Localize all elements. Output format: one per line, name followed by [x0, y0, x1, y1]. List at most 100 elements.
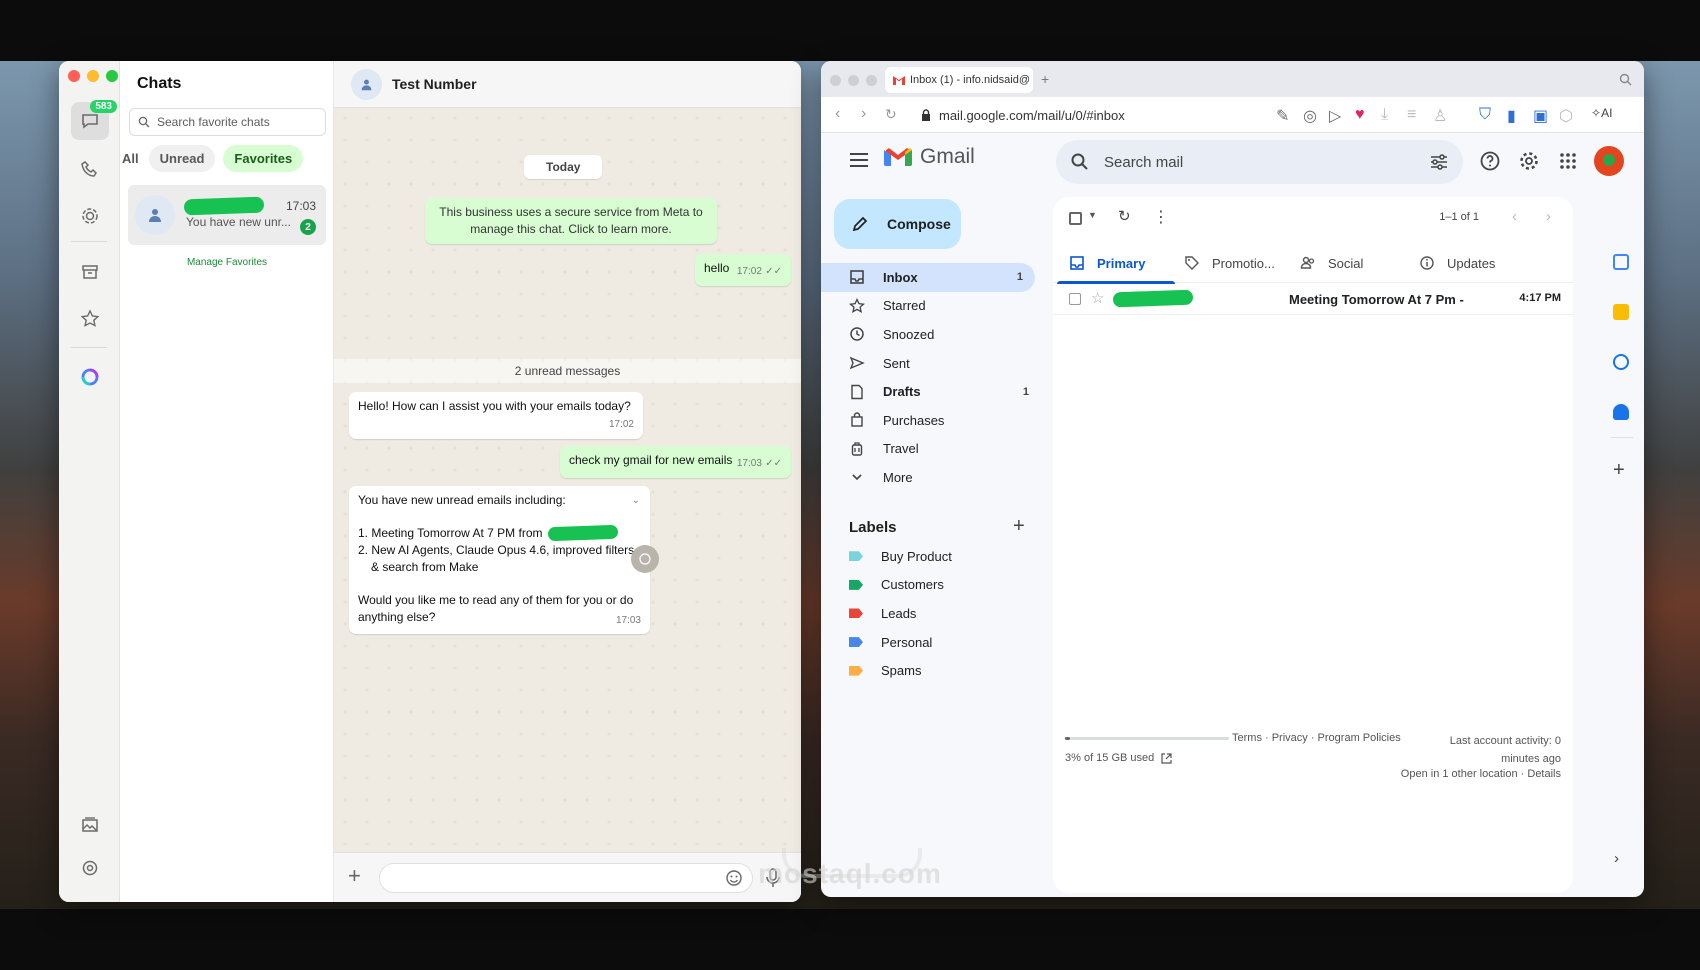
nav-starred[interactable]: Starred — [821, 292, 1041, 321]
reader-icon[interactable]: ≡ — [1407, 106, 1423, 123]
profile-icon[interactable]: ♙ — [1433, 106, 1449, 125]
hamburger-menu-icon[interactable] — [850, 153, 868, 167]
tag-icon — [1185, 256, 1199, 270]
meta-ai-ring-icon — [81, 368, 99, 386]
minimize-window-button[interactable] — [87, 70, 99, 82]
more-options-icon[interactable]: ⋮ — [1153, 207, 1169, 227]
filter-favorites-chip[interactable]: Favorites — [223, 145, 304, 172]
nav-drafts[interactable]: Drafts 1 — [821, 377, 1041, 406]
gmail-logo[interactable]: Gmail — [884, 145, 975, 169]
email-row[interactable]: ☆ Meeting Tomorrow At 7 Pm - 4:17 PM — [1053, 283, 1573, 315]
ai-extension-button[interactable]: ✧AI — [1591, 106, 1619, 122]
side-panel-divider — [1611, 437, 1633, 438]
filter-unread-chip[interactable]: Unread — [148, 145, 216, 172]
select-dropdown-icon[interactable]: ▼ — [1088, 210, 1097, 220]
label-item[interactable]: Spams — [821, 656, 1041, 685]
close-window-button[interactable] — [830, 75, 841, 86]
tab-primary[interactable]: Primary — [1056, 243, 1177, 284]
shield-extension-icon[interactable]: ⛉ — [1479, 106, 1495, 123]
message-input[interactable] — [379, 863, 753, 893]
apps-grid-icon[interactable] — [1557, 150, 1579, 172]
footer-policy-links[interactable]: Terms · Privacy · Program Policies — [1232, 732, 1401, 744]
tab-updates[interactable]: Updates — [1419, 243, 1495, 283]
label-item[interactable]: Personal — [821, 628, 1041, 657]
media-nav-button[interactable] — [71, 806, 109, 844]
add-label-plus-icon[interactable]: + — [1013, 515, 1025, 538]
nav-inbox[interactable]: Inbox 1 — [821, 263, 1035, 292]
phone-icon — [81, 161, 97, 177]
conversation-header[interactable]: Test Number — [334, 61, 801, 108]
download-icon[interactable]: ⤓ — [1381, 106, 1397, 123]
nav-label: Snoozed — [883, 326, 935, 342]
account-avatar[interactable] — [1594, 146, 1624, 176]
tab-social[interactable]: Social — [1300, 243, 1363, 283]
settings-gear-icon[interactable] — [1518, 150, 1540, 172]
screenshot-icon[interactable]: ◎ — [1303, 106, 1319, 125]
chat-list-item[interactable]: 17:03 You have new unr... 2 — [128, 185, 326, 245]
play-icon[interactable]: ▷ — [1329, 106, 1345, 125]
nav-travel[interactable]: Travel — [821, 435, 1041, 464]
filter-all-chip[interactable]: All — [120, 145, 141, 172]
calendar-app-icon[interactable] — [1613, 254, 1629, 270]
attach-plus-icon[interactable]: + — [348, 865, 361, 887]
label-item[interactable]: Buy Product — [821, 542, 1041, 571]
encryption-notice[interactable]: This business uses a secure service from… — [425, 198, 717, 244]
edit-icon[interactable]: ✎ — [1276, 106, 1292, 125]
zoom-window-button[interactable] — [866, 75, 877, 86]
storage-quota: 3% of 15 GB used — [1065, 752, 1172, 764]
external-link-icon[interactable] — [1161, 752, 1172, 764]
favorite-chats-search[interactable]: Search favorite chats — [129, 108, 326, 136]
zoom-window-button[interactable] — [106, 70, 118, 82]
refresh-icon[interactable]: ↻ — [1118, 209, 1134, 225]
heart-icon[interactable]: ♥ — [1355, 106, 1371, 123]
help-icon[interactable] — [1479, 150, 1501, 172]
calls-nav-button[interactable] — [71, 150, 109, 188]
starred-nav-button[interactable] — [71, 300, 109, 338]
status-nav-button[interactable] — [71, 197, 109, 235]
nav-snoozed[interactable]: Snoozed — [821, 320, 1041, 349]
tab-search-icon[interactable] — [1619, 73, 1632, 86]
address-bar[interactable]: mail.google.com/mail/u/0/#inbox — [921, 101, 1291, 129]
contacts-app-icon[interactable] — [1613, 404, 1629, 420]
search-options-icon[interactable] — [1429, 152, 1449, 172]
chat-list-panel: Chats Search favorite chats All Unread F… — [120, 61, 334, 902]
compose-button[interactable]: Compose — [834, 199, 961, 249]
search-mail-box[interactable]: Search mail — [1056, 140, 1463, 184]
cube-extension-icon[interactable]: ⬡ — [1559, 106, 1575, 125]
settings-nav-button[interactable] — [71, 849, 109, 887]
chats-nav-button[interactable]: 583 — [71, 100, 117, 140]
bottom-letterbox — [0, 909, 1700, 970]
older-page-icon[interactable]: › — [1546, 208, 1551, 225]
manage-favorites-link[interactable]: Manage Favorites — [120, 257, 334, 268]
star-icon[interactable]: ☆ — [1091, 289, 1104, 307]
newer-page-icon[interactable]: ‹ — [1512, 208, 1517, 225]
message-menu-chevron-icon[interactable]: ⌄ — [632, 492, 640, 509]
tasks-app-icon[interactable] — [1613, 354, 1629, 370]
translate-extension-icon[interactable]: ▣ — [1533, 106, 1549, 125]
label-item[interactable]: Leads — [821, 599, 1041, 628]
keep-app-icon[interactable] — [1613, 304, 1629, 320]
show-side-panel-chevron-icon[interactable]: › — [1614, 850, 1619, 867]
select-all-checkbox[interactable] — [1069, 212, 1082, 225]
reload-icon[interactable]: ↻ — [885, 106, 901, 122]
meta-ai-button[interactable] — [71, 358, 109, 396]
get-addons-plus-icon[interactable]: + — [1613, 459, 1625, 482]
email-select-checkbox[interactable] — [1069, 293, 1081, 305]
emoji-icon[interactable] — [725, 869, 743, 887]
new-tab-plus-icon[interactable]: + — [1041, 71, 1049, 87]
tab-promotions[interactable]: Promotio... — [1184, 243, 1275, 283]
browser-tab-gmail[interactable]: Inbox (1) - info.nidsaid@ — [885, 67, 1033, 93]
nav-more[interactable]: More — [821, 463, 1041, 492]
back-icon[interactable]: ‹ — [835, 106, 851, 122]
nav-purchases[interactable]: Purchases — [821, 406, 1041, 435]
react-emoji-button[interactable] — [631, 545, 659, 573]
ai-label: AI — [1601, 106, 1613, 120]
sidebar-extension-icon[interactable]: ▮ — [1507, 106, 1523, 125]
forward-icon[interactable]: › — [861, 106, 877, 122]
other-location-details-link[interactable]: Open in 1 other location · Details — [1401, 768, 1561, 780]
close-window-button[interactable] — [68, 70, 80, 82]
minimize-window-button[interactable] — [848, 75, 859, 86]
label-item[interactable]: Customers — [821, 571, 1041, 600]
nav-sent[interactable]: Sent — [821, 349, 1041, 378]
archived-nav-button[interactable] — [71, 253, 109, 291]
